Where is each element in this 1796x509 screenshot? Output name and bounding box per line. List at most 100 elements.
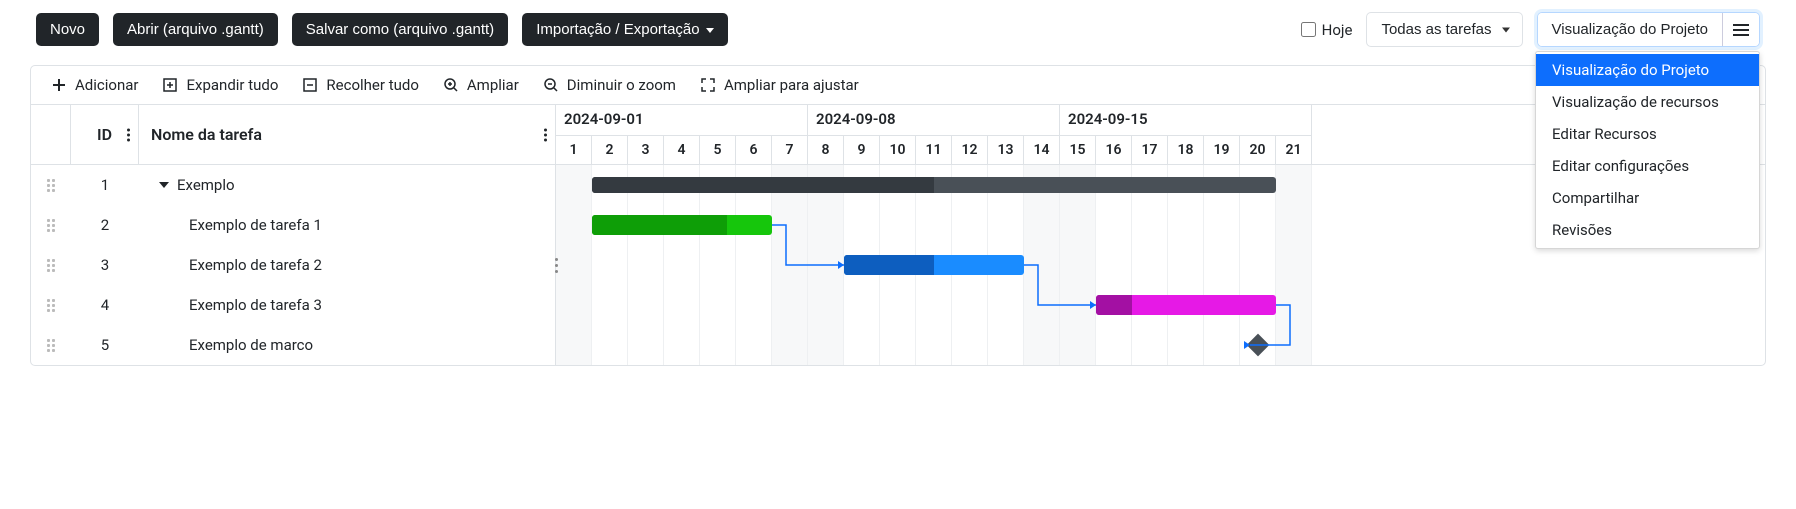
timeline-day: 9 bbox=[844, 135, 880, 165]
view-menu-item[interactable]: Revisões bbox=[1536, 214, 1759, 246]
task-filter-select[interactable]: Todas as tarefas bbox=[1366, 12, 1522, 47]
table-row[interactable]: 4 Exemplo de tarefa 3 bbox=[31, 285, 555, 325]
drag-handle[interactable] bbox=[31, 205, 71, 245]
timeline-day: 10 bbox=[880, 135, 916, 165]
column-name-menu[interactable] bbox=[544, 126, 547, 143]
today-checkbox[interactable] bbox=[1301, 22, 1316, 37]
hamburger-icon bbox=[1733, 24, 1749, 36]
table-row[interactable]: 5 Exemplo de marco bbox=[31, 325, 555, 365]
drag-handle[interactable] bbox=[31, 245, 71, 285]
drag-handle[interactable] bbox=[31, 285, 71, 325]
row-id: 3 bbox=[71, 245, 139, 285]
row-id: 4 bbox=[71, 285, 139, 325]
expand-icon bbox=[162, 77, 178, 93]
task-table: ID Nome da tarefa 1 Exemplo 2 Exemplo de ta… bbox=[31, 105, 556, 365]
timeline-day: 21 bbox=[1276, 135, 1312, 165]
top-toolbar: Novo Abrir (arquivo .gantt) Salvar como … bbox=[0, 0, 1796, 65]
timeline-day: 4 bbox=[664, 135, 700, 165]
view-menu-toggle[interactable] bbox=[1722, 13, 1759, 46]
expand-label: Expandir tudo bbox=[186, 76, 278, 94]
row-name[interactable]: Exemplo de tarefa 3 bbox=[139, 285, 555, 325]
timeline-day: 11 bbox=[916, 135, 952, 165]
view-menu-item[interactable]: Editar Recursos bbox=[1536, 118, 1759, 150]
timeline-day: 2 bbox=[592, 135, 628, 165]
task-name-label: Exemplo de tarefa 3 bbox=[189, 296, 322, 314]
timeline-day: 14 bbox=[1024, 135, 1060, 165]
task-name-label: Exemplo de marco bbox=[189, 336, 313, 354]
column-id: ID bbox=[97, 125, 112, 144]
table-row[interactable]: 1 Exemplo bbox=[31, 165, 555, 205]
pane-splitter[interactable] bbox=[552, 165, 560, 365]
zoom-out-icon bbox=[543, 77, 559, 93]
timeline-day: 20 bbox=[1240, 135, 1276, 165]
timeline-day: 17 bbox=[1132, 135, 1168, 165]
table-header: ID Nome da tarefa bbox=[31, 105, 555, 165]
timeline-day: 12 bbox=[952, 135, 988, 165]
view-button[interactable]: Visualização do Projeto bbox=[1538, 13, 1723, 46]
task-name-label: Exemplo de tarefa 2 bbox=[189, 256, 322, 274]
task-bar[interactable] bbox=[592, 215, 772, 235]
gantt-container: Adicionar Expandir tudo Recolher tudo Am… bbox=[30, 65, 1766, 366]
table-row[interactable]: 3 Exemplo de tarefa 2 bbox=[31, 245, 555, 285]
view-dropdown-menu: Visualização do ProjetoVisualização de r… bbox=[1535, 51, 1760, 249]
timeline-day: 1 bbox=[556, 135, 592, 165]
save-button[interactable]: Salvar como (arquivo .gantt) bbox=[292, 13, 508, 46]
column-name: Nome da tarefa bbox=[151, 125, 262, 144]
timeline-week: 2024-09-08 bbox=[808, 105, 1060, 135]
timeline-day: 16 bbox=[1096, 135, 1132, 165]
timeline-day: 6 bbox=[736, 135, 772, 165]
task-name-label: Exemplo de tarefa 1 bbox=[189, 216, 322, 234]
zoom-out-button[interactable]: Diminuir o zoom bbox=[543, 76, 676, 94]
import-export-button[interactable]: Importação / Exportação bbox=[522, 13, 727, 46]
zoom-fit-icon bbox=[700, 77, 716, 93]
row-name[interactable]: Exemplo bbox=[139, 165, 555, 205]
view-menu-item[interactable]: Visualização do Projeto bbox=[1536, 54, 1759, 86]
table-row[interactable]: 2 Exemplo de tarefa 1 bbox=[31, 205, 555, 245]
collapse-icon bbox=[302, 77, 318, 93]
timeline-week: 2024-09-15 bbox=[1060, 105, 1312, 135]
zoom-fit-button[interactable]: Ampliar para ajustar bbox=[700, 76, 859, 94]
timeline-day: 19 bbox=[1204, 135, 1240, 165]
drag-handle[interactable] bbox=[31, 165, 71, 205]
chevron-down-icon[interactable] bbox=[159, 182, 169, 188]
zoomfit-label: Ampliar para ajustar bbox=[724, 76, 859, 94]
row-name[interactable]: Exemplo de marco bbox=[139, 325, 555, 365]
zoomout-label: Diminuir o zoom bbox=[567, 76, 676, 94]
view-menu-item[interactable]: Visualização de recursos bbox=[1536, 86, 1759, 118]
timeline-day: 8 bbox=[808, 135, 844, 165]
timeline-day: 5 bbox=[700, 135, 736, 165]
row-name[interactable]: Exemplo de tarefa 1 bbox=[139, 205, 555, 245]
zoomin-label: Ampliar bbox=[467, 76, 519, 94]
timeline-row bbox=[556, 285, 1765, 325]
task-name-label: Exemplo bbox=[177, 176, 235, 194]
collapse-label: Recolher tudo bbox=[326, 76, 418, 94]
open-button[interactable]: Abrir (arquivo .gantt) bbox=[113, 13, 278, 46]
timeline-day: 7 bbox=[772, 135, 808, 165]
drag-handle[interactable] bbox=[31, 325, 71, 365]
task-bar[interactable] bbox=[844, 255, 1024, 275]
timeline-day: 3 bbox=[628, 135, 664, 165]
collapse-all-button[interactable]: Recolher tudo bbox=[302, 76, 418, 94]
gantt-body: ID Nome da tarefa 1 Exemplo 2 Exemplo de ta… bbox=[31, 105, 1765, 365]
view-menu-item[interactable]: Editar configurações bbox=[1536, 150, 1759, 182]
row-id: 1 bbox=[71, 165, 139, 205]
timeline-row bbox=[556, 245, 1765, 285]
timeline-day: 15 bbox=[1060, 135, 1096, 165]
new-button[interactable]: Novo bbox=[36, 13, 99, 46]
view-menu-item[interactable]: Compartilhar bbox=[1536, 182, 1759, 214]
today-toggle[interactable]: Hoje bbox=[1301, 21, 1353, 39]
expand-all-button[interactable]: Expandir tudo bbox=[162, 76, 278, 94]
add-label: Adicionar bbox=[75, 76, 138, 94]
zoom-in-icon bbox=[443, 77, 459, 93]
add-task-button[interactable]: Adicionar bbox=[51, 76, 138, 94]
row-name[interactable]: Exemplo de tarefa 2 bbox=[139, 245, 555, 285]
timeline-day: 13 bbox=[988, 135, 1024, 165]
zoom-in-button[interactable]: Ampliar bbox=[443, 76, 519, 94]
row-id: 5 bbox=[71, 325, 139, 365]
task-bar[interactable] bbox=[1096, 295, 1276, 315]
timeline-row bbox=[556, 325, 1765, 365]
row-id: 2 bbox=[71, 205, 139, 245]
column-id-menu[interactable] bbox=[127, 126, 130, 143]
group-bar[interactable] bbox=[592, 177, 1276, 193]
timeline-day: 18 bbox=[1168, 135, 1204, 165]
